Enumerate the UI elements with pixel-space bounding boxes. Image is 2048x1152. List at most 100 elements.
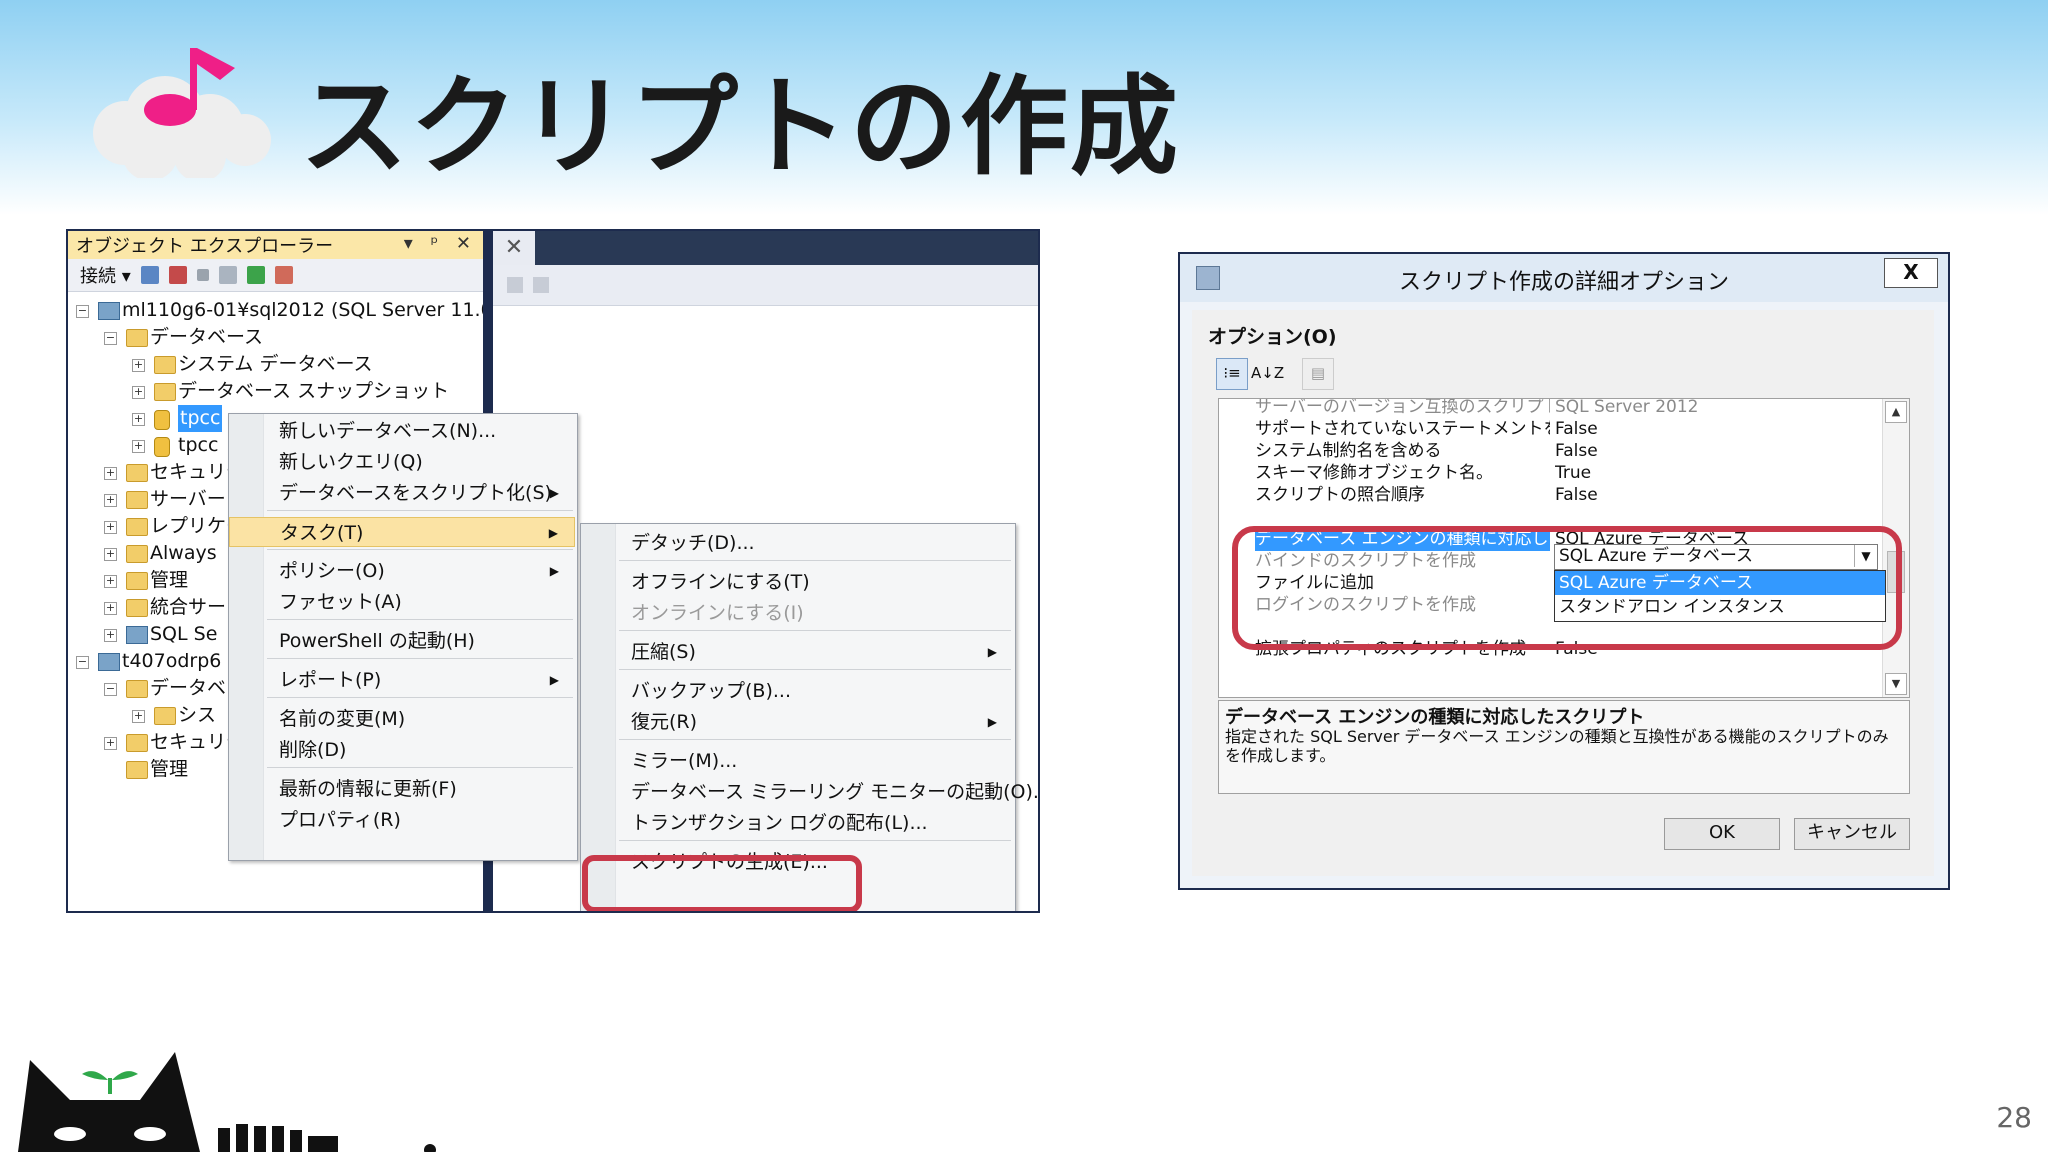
menu-separator [619,630,1011,631]
agent-icon [126,626,148,644]
folder-icon [154,356,176,374]
submenu-arrow-icon: ▶ [549,564,559,578]
collapse-icon[interactable]: − [104,332,117,345]
menu-item[interactable]: 最新の情報に更新(F) [229,774,575,804]
menu-item[interactable]: タスク(T) ▶ [229,517,575,547]
tree-node-label: tpcc [178,434,219,456]
menu-item-label: PowerShell の起動(H) [279,630,475,652]
folder-icon [126,464,148,482]
print-preview-icon[interactable] [507,277,523,293]
advanced-scripting-options-dialog: スクリプト作成の詳細オプション X オプション(O) ⁝≡ A↓Z ▤ ▲ ▼ … [1178,252,1950,890]
expand-icon[interactable]: + [132,359,145,372]
menu-item[interactable]: 名前の変更(M) [229,704,575,734]
dialog-close-button[interactable]: X [1884,258,1938,288]
collapse-icon[interactable]: − [104,683,117,696]
refresh-icon[interactable] [246,266,265,284]
menu-item-label: レポート(P) [279,669,382,691]
tree-node[interactable]: + データベース スナップショット [68,378,483,405]
database-icon [154,410,170,430]
menu-item[interactable]: ミラー(M)... [581,746,1013,776]
menu-item[interactable]: 削除(D) [229,735,575,765]
expand-icon[interactable]: + [104,467,117,480]
page-number: 28 [1996,1101,2032,1134]
menu-item-label: データベースをスクリプト化(S) [279,482,552,504]
scroll-down-icon[interactable]: ▼ [1885,673,1907,695]
tree-node-label: Always [150,542,217,564]
expand-icon[interactable]: + [132,413,145,426]
expand-icon[interactable]: + [104,521,117,534]
submenu-arrow-icon: ▶ [987,645,997,659]
menu-item-label: 圧縮(S) [631,641,696,663]
filter-icon[interactable] [218,266,237,284]
collapse-icon[interactable]: − [76,305,89,318]
menu-item[interactable]: 圧縮(S) ▶ [581,637,1013,667]
menu-item-label: 新しいクエリ(Q) [279,451,423,473]
tree-node[interactable]: − ml110g6-01¥sql2012 (SQL Server 11.0... [68,297,511,324]
connect-button[interactable]: 接続 ▾ [80,262,131,288]
expand-icon[interactable]: + [104,548,117,561]
cancel-button[interactable]: キャンセル [1794,818,1910,850]
expand-icon[interactable]: + [104,602,117,615]
connect-server-icon[interactable] [140,266,159,284]
menu-separator [619,560,1011,561]
folder-icon [126,545,148,563]
submenu-arrow-icon: ▶ [987,715,997,729]
print-icon[interactable] [533,277,549,293]
menu-item[interactable]: デタッチ(D)... [581,528,1013,558]
expand-icon[interactable]: + [104,494,117,507]
menu-item-label: ファセット(A) [279,591,402,613]
categorized-view-icon[interactable]: ⁝≡ [1216,358,1248,390]
menu-item-label: プロパティ(R) [279,809,401,831]
ok-button[interactable]: OK [1664,818,1780,850]
tree-node-label: データベ [150,677,227,699]
property-name: スクリプトの照合順序 [1255,485,1425,505]
dialog-titlebar: スクリプト作成の詳細オプション X [1180,254,1948,302]
menu-item[interactable]: 復元(R) ▶ [581,707,1013,737]
collapse-icon[interactable]: − [76,656,89,669]
description-text: 指定された SQL Server データベース エンジンの種類と互換性がある機能… [1225,727,1889,765]
menu-item[interactable]: PowerShell の起動(H) [229,626,575,656]
stop-icon[interactable] [196,269,209,281]
tree-node-label: データベース [150,326,264,348]
tree-node[interactable]: + システム データベース [68,351,483,378]
property-value: False [1555,485,1598,505]
menu-separator [619,669,1011,670]
menu-item[interactable]: オンラインにする(I) [581,598,1013,628]
menu-item[interactable]: プロパティ(R) [229,805,575,835]
menu-item[interactable]: 新しいクエリ(Q) [229,447,575,477]
tree-node-label: 管理 [150,758,189,780]
tree-node-label: ml110g6-01¥sql2012 (SQL Server 11.0... [122,299,511,321]
menu-item[interactable]: ファセット(A) [229,587,575,617]
menu-item[interactable]: データベースをスクリプト化(S) ▶ [229,478,575,508]
object-explorer-toolbar: 接続 ▾ [68,259,483,292]
menu-separator [267,619,573,620]
menu-item[interactable]: ポリシー(O) ▶ [229,556,575,586]
disconnect-icon[interactable] [168,266,187,284]
menu-item[interactable]: 新しいデータベース(N)... [229,416,575,446]
document-tabbar: ✕ [493,231,1038,265]
expand-icon[interactable]: + [104,629,117,642]
expand-icon[interactable]: + [132,710,145,723]
close-icon[interactable]: ✕ [493,231,535,265]
expand-icon[interactable]: + [132,386,145,399]
menu-separator [267,767,573,768]
menu-item[interactable]: オフラインにする(T) [581,567,1013,597]
menu-item[interactable]: データベース ミラーリング モニターの起動(O)... [581,777,1038,807]
folder-icon [126,599,148,617]
folder-icon [154,707,176,725]
menu-item[interactable]: バックアップ(B)... [581,676,1013,706]
scroll-up-icon[interactable]: ▲ [1885,401,1907,423]
alphabetical-sort-icon[interactable]: A↓Z [1250,358,1284,390]
tree-node[interactable]: − データベース [68,324,483,351]
expand-icon[interactable]: + [104,737,117,750]
folder-icon [126,572,148,590]
panel-window-buttons[interactable]: ▾ ᵖ ✕ [404,233,477,254]
engine-type-highlight [1232,526,1902,650]
expand-icon[interactable]: + [104,575,117,588]
black-cat-logo [18,1052,436,1152]
activity-monitor-icon[interactable] [274,266,293,284]
menu-item[interactable]: レポート(P) ▶ [229,665,575,695]
expand-icon[interactable]: + [132,440,145,453]
menu-item[interactable]: トランザクション ログの配布(L)... [581,808,1013,838]
property-pages-icon[interactable]: ▤ [1302,358,1334,390]
